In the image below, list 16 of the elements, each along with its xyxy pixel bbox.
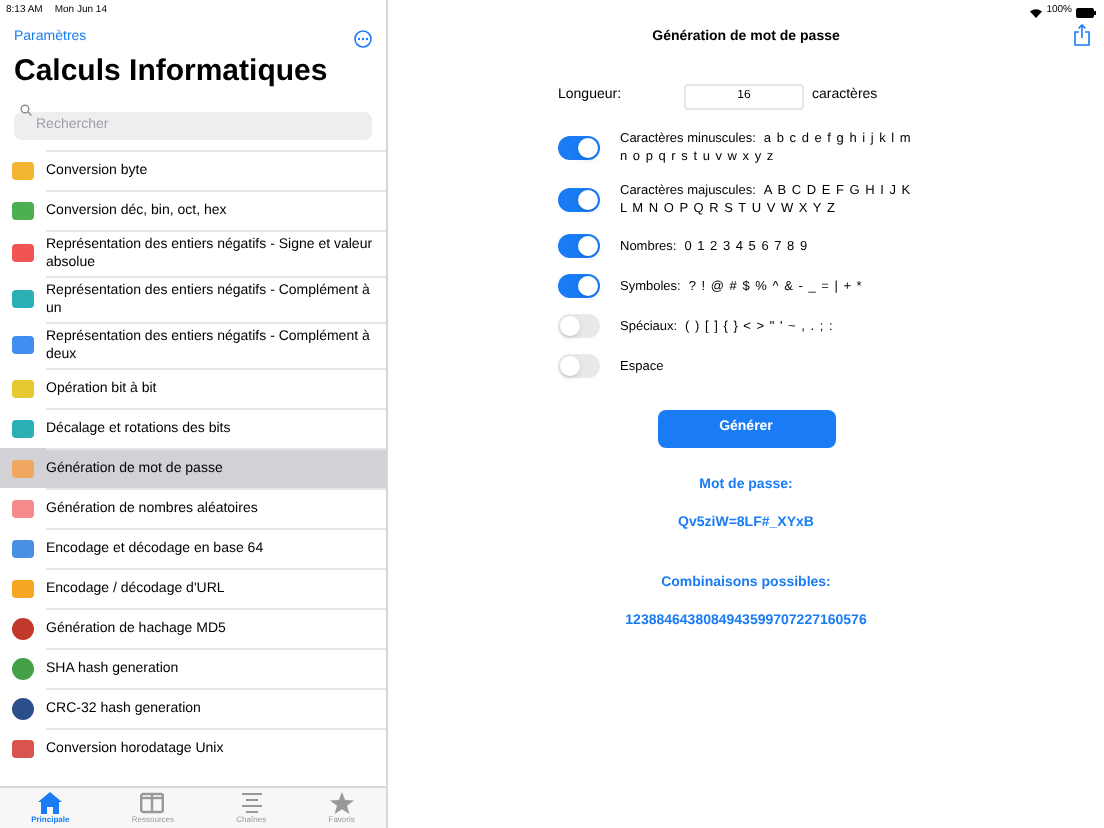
sidebar-title: Calculs Informatiques [12,52,330,92]
toggle-switch[interactable] [558,188,600,212]
toggle-switch[interactable] [558,314,600,338]
search-icon [20,104,32,116]
list-icon [239,791,264,813]
book-icon [140,791,165,813]
toggle-switch[interactable] [558,234,600,258]
star-icon [329,791,354,813]
home-icon [38,791,63,813]
battery-icon [1076,7,1096,17]
share-icon[interactable] [1074,24,1090,46]
toggle-switch[interactable] [558,274,600,298]
toggle-switch[interactable] [558,136,600,160]
more-icon[interactable] [354,29,372,47]
toggle-switch[interactable] [558,354,600,378]
wifi-icon [1030,7,1043,17]
